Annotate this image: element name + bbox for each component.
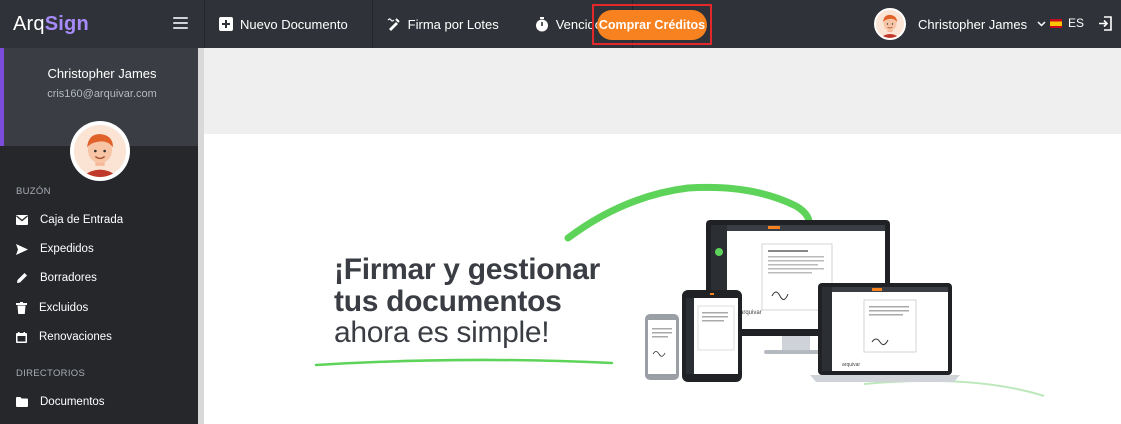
top-bar: ArqSign Nuevo Documento Firma por Lotes … [0, 0, 1121, 48]
send-icon [16, 243, 28, 255]
avatar [874, 8, 906, 40]
user-name: Christopher James [918, 16, 1028, 32]
main-header-area [204, 48, 1121, 134]
signature-icon [387, 18, 400, 31]
buy-credits-highlight: Comprar Créditos [592, 4, 712, 45]
sidebar-item-drafts[interactable]: Borradores [16, 272, 97, 284]
sidebar-item-inbox[interactable]: Caja de Entrada [16, 214, 123, 226]
logo-text-2: Sign [44, 12, 89, 35]
language-selector[interactable]: ES [1050, 16, 1084, 30]
sidebar-item-documents[interactable]: Documentos [16, 396, 105, 408]
sidebar-item-renewals[interactable]: Renovaciones [16, 331, 112, 343]
sidebar-item-excluded[interactable]: Excluidos [16, 302, 88, 314]
sidebar-item-label: Renovaciones [39, 331, 112, 343]
spain-flag-icon [1050, 18, 1062, 28]
sidebar-item-label: Excluidos [39, 302, 89, 314]
avatar-image [876, 10, 904, 38]
stopwatch-icon [535, 16, 548, 31]
sidebar-item-label: Borradores [40, 272, 97, 284]
app-logo[interactable]: ArqSign [13, 13, 89, 36]
logout-icon[interactable] [1098, 16, 1113, 36]
menu-toggle-icon[interactable] [173, 17, 188, 30]
mail-icon [16, 215, 28, 225]
language-label: ES [1068, 16, 1085, 30]
monitor-brand-text: arquivar [740, 310, 762, 316]
user-menu[interactable]: Christopher James [874, 8, 1046, 40]
brand: ArqSign [0, 0, 204, 48]
logo-text-1: Arq [13, 12, 45, 35]
hero-banner: ¡Firmar y gestionar tus documentos ahora… [204, 134, 1121, 424]
laptop-brand-text: arquivar [842, 362, 860, 368]
new-document-label: Nuevo Documento [240, 16, 348, 32]
batch-sign-label: Firma por Lotes [407, 16, 499, 32]
sidebar-item-sent[interactable]: Expedidos [16, 243, 94, 255]
pencil-icon [17, 273, 27, 283]
buy-credits-button[interactable]: Comprar Créditos [597, 9, 707, 40]
sidebar-item-label: Expedidos [40, 243, 94, 255]
trash-icon [16, 302, 27, 314]
sidebar: Christopher James cris160@arquivar.com B… [0, 48, 204, 424]
folder-icon [16, 397, 28, 407]
profile-avatar[interactable] [70, 121, 130, 181]
hero-title-line3: ahora es simple! [334, 316, 550, 349]
devices-illustration: arquivar arquivar [645, 220, 960, 382]
calendar-icon [16, 331, 27, 343]
section-title-inbox: BUZÓN [16, 186, 51, 197]
new-document-button[interactable]: Nuevo Documento [205, 0, 372, 48]
sidebar-item-label: Documentos [40, 396, 105, 408]
profile-name: Christopher James [47, 66, 157, 81]
profile-email: cris160@arquivar.com [47, 88, 157, 100]
avatar-image [74, 125, 126, 177]
hero-title-line2: tus documentos [334, 285, 562, 318]
chevron-down-icon [1037, 21, 1046, 27]
plus-square-icon [219, 17, 233, 31]
section-title-directories: DIRECTORIOS [16, 368, 86, 379]
sidebar-item-label: Caja de Entrada [40, 214, 124, 226]
batch-sign-button[interactable]: Firma por Lotes [373, 0, 523, 48]
hero-title-line1: ¡Firmar y gestionar [334, 253, 601, 286]
